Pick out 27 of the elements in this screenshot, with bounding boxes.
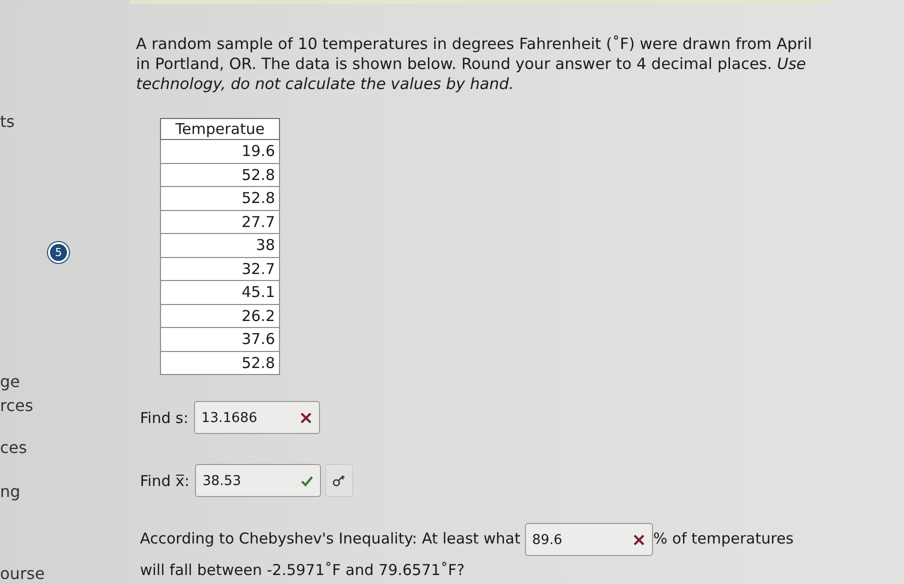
table-cell: 38 xyxy=(160,234,280,257)
field-label: Find x̅: xyxy=(140,472,190,490)
table-cell: 32.7 xyxy=(160,257,280,280)
table-cell: 37.6 xyxy=(160,328,280,351)
answer-field[interactable]: 13.1686 xyxy=(194,401,320,434)
question-text: A random sample of 10 temperatures in degrees Fahrenheit (˚F) were drawn from April in Portland, OR. The data is shown below. Round your answer to 4 decimal places. Use technology, do not calculate the values by hand. xyxy=(136,34,814,94)
answer-field[interactable]: 38.53 xyxy=(195,464,322,497)
column-header: Temperatue xyxy=(160,118,280,140)
table-cell: 45.1 xyxy=(160,280,280,304)
key-icon xyxy=(332,474,346,488)
sidebar-item[interactable]: rces xyxy=(0,396,34,415)
question-sentence: According to Chebyshev's Inequality: At least what 89.6 % of temperatures will fall between -2.5971˚F and 79.6571˚F? xyxy=(140,523,800,584)
field-label: Find s: xyxy=(140,408,188,426)
table-cell: 52.8 xyxy=(160,186,280,210)
table-cell: 27.7 xyxy=(160,210,280,234)
answer-field[interactable]: 89.6 xyxy=(525,523,654,556)
step-badge: 5 xyxy=(48,242,69,263)
sidebar-item[interactable]: ces xyxy=(0,438,27,457)
table-cell: 26.2 xyxy=(160,304,280,328)
table-cell: 19.6 xyxy=(160,140,280,163)
table-cell: 52.8 xyxy=(160,351,280,374)
sidebar-item[interactable]: ts xyxy=(0,112,15,131)
sidebar-item[interactable]: ge xyxy=(0,372,20,391)
key-button[interactable] xyxy=(325,464,354,497)
sidebar-item[interactable]: ourse xyxy=(0,564,45,583)
sidebar-item[interactable]: ng xyxy=(0,482,20,501)
table-cell: 52.8 xyxy=(160,163,280,186)
